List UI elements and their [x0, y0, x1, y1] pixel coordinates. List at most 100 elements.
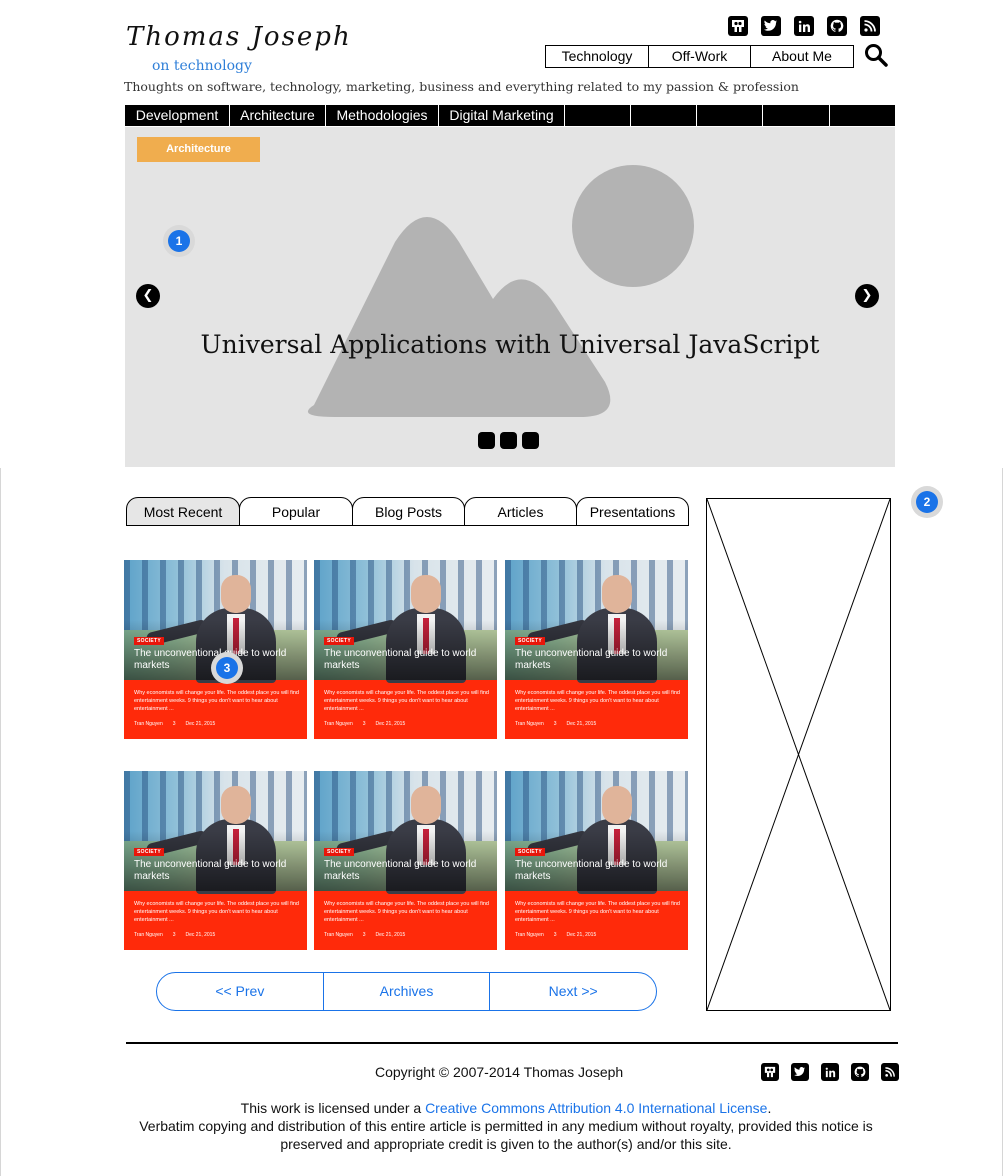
post-meta: Tran Nguyen 3 Dec 21, 2015 [134, 932, 302, 938]
post-card[interactable]: SOCIETY The unconventional guide to worl… [505, 560, 688, 739]
post-category-badge[interactable]: SOCIETY [515, 848, 546, 856]
post-author[interactable]: Tran Nguyen [515, 721, 544, 727]
site-logo-name[interactable]: Thomas Joseph [126, 22, 352, 52]
category-empty-slot[interactable] [830, 105, 895, 126]
annotation-marker-number: 3 [216, 657, 238, 679]
license-suffix: . [767, 1100, 772, 1116]
category-empty-slot[interactable] [697, 105, 763, 126]
linkedin-icon[interactable] [821, 1063, 839, 1081]
category-development[interactable]: Development [125, 105, 230, 126]
hero-slider[interactable]: Architecture ❮ ❯ Universal Applications … [125, 127, 895, 467]
post-card[interactable]: SOCIETY The unconventional guide to worl… [124, 560, 307, 739]
category-methodologies[interactable]: Methodologies [326, 105, 439, 126]
post-card[interactable]: SOCIETY The unconventional guide to worl… [124, 771, 307, 950]
post-author[interactable]: Tran Nguyen [134, 932, 163, 938]
placeholder-cross-icon [707, 499, 890, 1010]
post-comment-count[interactable]: 3 [554, 932, 557, 938]
rss-icon[interactable] [860, 16, 880, 36]
site-logo-subtitle: on technology [152, 58, 252, 74]
post-category-badge[interactable]: SOCIETY [134, 848, 165, 856]
category-empty-slot[interactable] [763, 105, 830, 126]
github-icon[interactable] [851, 1063, 869, 1081]
category-architecture[interactable]: Architecture [230, 105, 326, 126]
post-date: Dec 21, 2015 [566, 721, 597, 727]
post-title[interactable]: The unconventional guide to world market… [324, 859, 492, 883]
annotation-marker-number: 2 [916, 491, 938, 513]
post-meta: Tran Nguyen 3 Dec 21, 2015 [134, 721, 302, 727]
post-comment-count[interactable]: 3 [363, 721, 366, 727]
post-excerpt: Why economists will change your life. Th… [324, 690, 489, 712]
search-icon[interactable] [864, 43, 888, 67]
pagination: << Prev Archives Next >> [156, 972, 657, 1011]
post-card[interactable]: SOCIETY The unconventional guide to worl… [505, 771, 688, 950]
tab-presentations[interactable]: Presentations [576, 497, 689, 526]
github-icon[interactable] [827, 16, 847, 36]
linkedin-icon[interactable] [794, 16, 814, 36]
hero-category-tag[interactable]: Architecture [137, 137, 260, 162]
slider-dot[interactable] [478, 432, 495, 449]
hero-title[interactable]: Universal Applications with Universal Ja… [125, 330, 895, 359]
tab-blog-posts[interactable]: Blog Posts [352, 497, 465, 526]
image-placeholder-icon [307, 165, 694, 417]
content-tabs: Most Recent Popular Blog Posts Articles … [126, 497, 689, 526]
license-link[interactable]: Creative Commons Attribution 4.0 Interna… [425, 1100, 767, 1116]
license-line: This work is licensed under a Creative C… [126, 1099, 886, 1117]
chevron-left-icon[interactable]: ❮ [136, 284, 160, 308]
tab-most-recent[interactable]: Most Recent [126, 497, 240, 526]
rss-icon[interactable] [881, 1063, 899, 1081]
top-menu-technology[interactable]: Technology [546, 46, 649, 67]
post-comment-count[interactable]: 3 [363, 932, 366, 938]
post-meta: Tran Nguyen 3 Dec 21, 2015 [324, 721, 492, 727]
chevron-right-icon[interactable]: ❯ [855, 284, 879, 308]
tab-popular[interactable]: Popular [239, 497, 353, 526]
post-card[interactable]: SOCIETY The unconventional guide to worl… [314, 560, 497, 739]
top-menu-off-work[interactable]: Off-Work [649, 46, 751, 67]
category-empty-slot[interactable] [631, 105, 697, 126]
verbatim-notice: Verbatim copying and distribution of thi… [139, 1118, 873, 1152]
category-digital-marketing[interactable]: Digital Marketing [439, 105, 565, 126]
post-author[interactable]: Tran Nguyen [134, 721, 163, 727]
top-menu: Technology Off-Work About Me [545, 45, 854, 68]
prev-page-button[interactable]: << Prev [157, 973, 324, 1010]
post-author[interactable]: Tran Nguyen [324, 932, 353, 938]
twitter-icon[interactable] [791, 1063, 809, 1081]
annotation-marker: 2 [911, 486, 943, 518]
post-title[interactable]: The unconventional guide to world market… [134, 859, 302, 883]
post-author[interactable]: Tran Nguyen [324, 721, 353, 727]
license-notice: This work is licensed under a Creative C… [126, 1099, 886, 1153]
post-meta: Tran Nguyen 3 Dec 21, 2015 [515, 932, 683, 938]
category-nav: Development Architecture Methodologies D… [125, 105, 895, 126]
post-category-badge[interactable]: SOCIETY [324, 848, 355, 856]
archives-button[interactable]: Archives [324, 973, 491, 1010]
post-comment-count[interactable]: 3 [554, 721, 557, 727]
post-date: Dec 21, 2015 [375, 721, 406, 727]
header-social-links [728, 16, 880, 36]
post-title[interactable]: The unconventional guide to world market… [324, 648, 492, 672]
post-title[interactable]: The unconventional guide to world market… [515, 648, 683, 672]
post-excerpt: Why economists will change your life. Th… [134, 901, 299, 923]
site-tagline: Thoughts on software, technology, market… [124, 79, 799, 94]
slider-dot[interactable] [522, 432, 539, 449]
license-prefix: This work is licensed under a [240, 1100, 426, 1116]
next-page-button[interactable]: Next >> [490, 973, 656, 1010]
post-author[interactable]: Tran Nguyen [515, 932, 544, 938]
slideshare-icon[interactable] [761, 1063, 779, 1081]
tab-articles[interactable]: Articles [464, 497, 577, 526]
post-excerpt: Why economists will change your life. Th… [134, 690, 299, 712]
slideshare-icon[interactable] [728, 16, 748, 36]
post-excerpt: Why economists will change your life. Th… [515, 690, 680, 712]
post-card[interactable]: SOCIETY The unconventional guide to worl… [314, 771, 497, 950]
post-title[interactable]: The unconventional guide to world market… [515, 859, 683, 883]
post-date: Dec 21, 2015 [375, 932, 406, 938]
post-category-badge[interactable]: SOCIETY [324, 637, 355, 645]
category-empty-slot[interactable] [565, 105, 631, 126]
post-category-badge[interactable]: SOCIETY [134, 637, 165, 645]
sidebar-placeholder [706, 498, 891, 1011]
top-menu-about-me[interactable]: About Me [751, 46, 853, 67]
twitter-icon[interactable] [761, 16, 781, 36]
slider-dot[interactable] [500, 432, 517, 449]
post-comment-count[interactable]: 3 [173, 932, 176, 938]
post-category-badge[interactable]: SOCIETY [515, 637, 546, 645]
post-excerpt: Why economists will change your life. Th… [324, 901, 489, 923]
post-comment-count[interactable]: 3 [173, 721, 176, 727]
